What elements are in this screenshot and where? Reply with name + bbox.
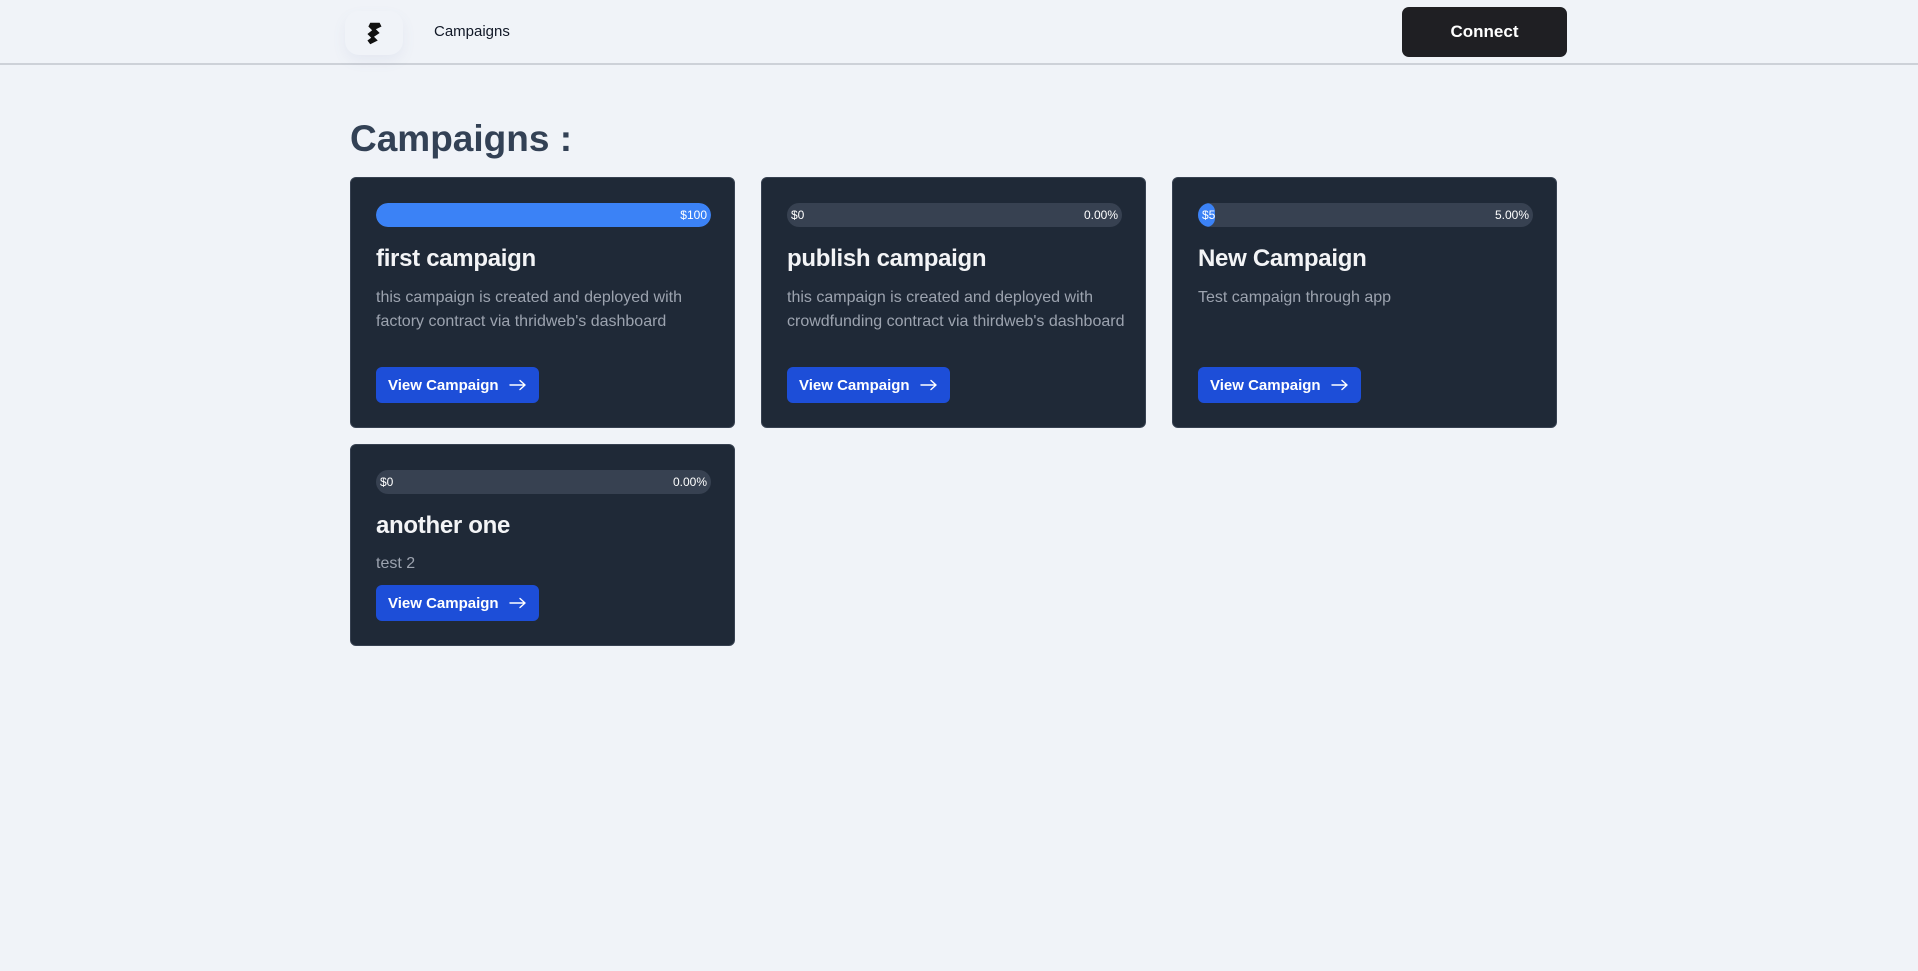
logo-icon[interactable] bbox=[345, 11, 403, 55]
campaign-title: another one bbox=[376, 512, 511, 539]
connect-button[interactable]: Connect bbox=[1402, 7, 1567, 57]
campaign-card: $100 first campaign this campaign is cre… bbox=[350, 177, 735, 428]
progress-bar: $100 bbox=[376, 203, 711, 227]
campaign-card: $5 5.00% New Campaign Test campaign thro… bbox=[1172, 177, 1557, 428]
top-navbar: Campaigns Connect bbox=[0, 0, 1918, 65]
progress-fill bbox=[376, 203, 711, 227]
progress-amount: $0 bbox=[380, 475, 394, 489]
progress-bar: $0 0.00% bbox=[787, 203, 1122, 227]
progress-percent: 5.00% bbox=[1494, 208, 1529, 222]
page-title: Campaigns : bbox=[350, 118, 573, 159]
campaign-title: publish campaign bbox=[787, 245, 987, 272]
arrow-right-icon bbox=[508, 379, 527, 391]
progress-amount: $100 bbox=[680, 208, 707, 222]
campaign-description: test 2 bbox=[376, 555, 416, 572]
arrow-right-icon bbox=[919, 379, 938, 391]
arrow-right-icon bbox=[1330, 379, 1349, 391]
nav-link-campaigns[interactable]: Campaigns bbox=[434, 23, 510, 40]
thirdweb-logo-icon bbox=[367, 22, 382, 45]
progress-amount: $0 bbox=[791, 208, 805, 222]
campaign-title: New Campaign bbox=[1198, 245, 1367, 272]
campaign-card: $0 0.00% publish campaign this campaign … bbox=[761, 177, 1146, 428]
progress-percent: 0.00% bbox=[1083, 208, 1118, 222]
campaign-card: $0 0.00% another one test 2 View Campaig… bbox=[350, 444, 735, 646]
progress-bar: $5 5.00% bbox=[1198, 203, 1533, 227]
view-campaign-label: View Campaign bbox=[388, 376, 499, 394]
view-campaign-label: View Campaign bbox=[799, 376, 910, 394]
view-campaign-label: View Campaign bbox=[1210, 376, 1321, 394]
view-campaign-label: View Campaign bbox=[388, 594, 499, 612]
arrow-right-icon bbox=[508, 597, 527, 609]
view-campaign-button[interactable]: View Campaign bbox=[376, 585, 539, 621]
view-campaign-button[interactable]: View Campaign bbox=[376, 367, 539, 403]
campaign-description: Test campaign through app bbox=[1198, 289, 1392, 306]
progress-amount: $5 bbox=[1202, 208, 1216, 222]
view-campaign-button[interactable]: View Campaign bbox=[787, 367, 950, 403]
campaign-title: first campaign bbox=[376, 245, 536, 272]
progress-bar: $0 0.00% bbox=[376, 470, 711, 494]
campaign-description: this campaign is created and deployed wi… bbox=[787, 289, 1125, 330]
view-campaign-button[interactable]: View Campaign bbox=[1198, 367, 1361, 403]
progress-percent: 0.00% bbox=[672, 475, 707, 489]
campaign-description: this campaign is created and deployed wi… bbox=[376, 289, 682, 330]
